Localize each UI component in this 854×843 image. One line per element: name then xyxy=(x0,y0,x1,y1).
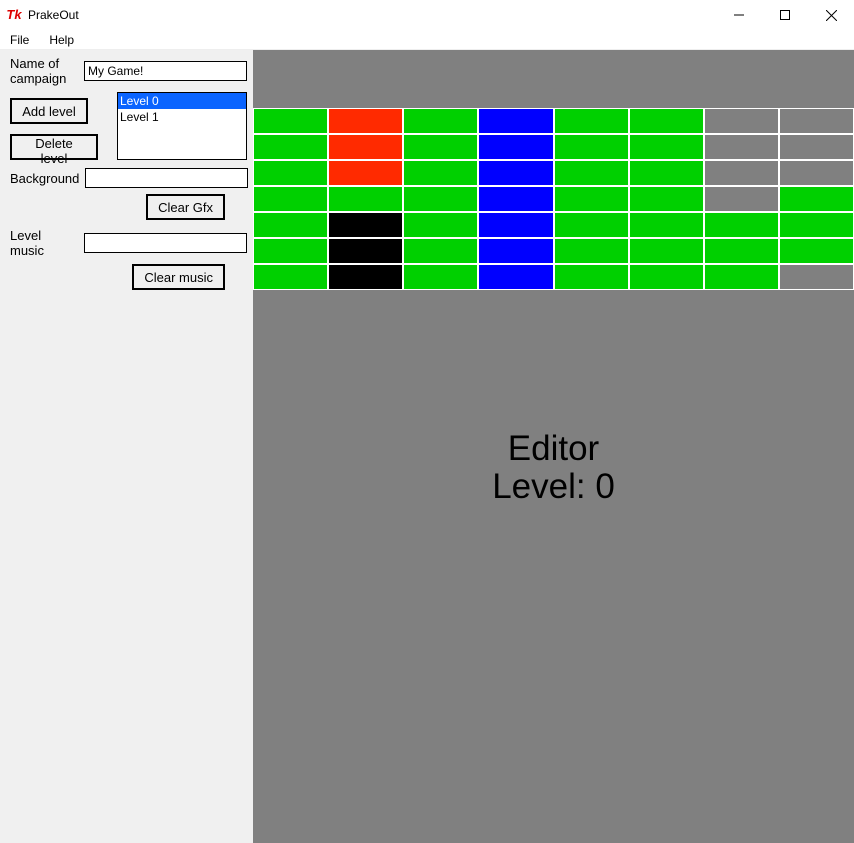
clear-music-button[interactable]: Clear music xyxy=(132,264,225,290)
brick[interactable] xyxy=(704,108,779,134)
brick[interactable] xyxy=(478,186,553,212)
brick[interactable] xyxy=(478,108,553,134)
add-level-button[interactable]: Add level xyxy=(10,98,88,124)
brick[interactable] xyxy=(779,160,854,186)
minimize-icon xyxy=(734,10,744,20)
brick[interactable] xyxy=(403,108,478,134)
app-icon: Tk xyxy=(6,7,22,23)
brick[interactable] xyxy=(704,264,779,290)
brick[interactable] xyxy=(328,264,403,290)
brick[interactable] xyxy=(629,134,704,160)
brick[interactable] xyxy=(779,108,854,134)
brick[interactable] xyxy=(253,186,328,212)
titlebar: Tk PrakeOut xyxy=(0,0,854,30)
close-button[interactable] xyxy=(808,0,854,30)
brick[interactable] xyxy=(779,212,854,238)
main-area: Name of campaign Add level Delete level … xyxy=(0,50,854,843)
brick[interactable] xyxy=(554,186,629,212)
brick[interactable] xyxy=(704,160,779,186)
brick[interactable] xyxy=(629,238,704,264)
clear-gfx-button[interactable]: Clear Gfx xyxy=(146,194,225,220)
window-title: PrakeOut xyxy=(28,8,79,22)
brick[interactable] xyxy=(704,134,779,160)
campaign-name-label: Name of campaign xyxy=(6,56,78,86)
brick[interactable] xyxy=(403,238,478,264)
sidebar: Name of campaign Add level Delete level … xyxy=(0,50,253,843)
brick[interactable] xyxy=(629,108,704,134)
level-music-input[interactable] xyxy=(84,233,247,253)
brick[interactable] xyxy=(328,186,403,212)
brick[interactable] xyxy=(253,212,328,238)
canvas-label-line1: Editor xyxy=(253,430,854,468)
brick[interactable] xyxy=(403,186,478,212)
brick[interactable] xyxy=(253,264,328,290)
brick[interactable] xyxy=(253,134,328,160)
menu-help[interactable]: Help xyxy=(45,31,78,49)
brick[interactable] xyxy=(704,238,779,264)
brick[interactable] xyxy=(629,186,704,212)
brick[interactable] xyxy=(554,134,629,160)
brick[interactable] xyxy=(328,134,403,160)
brick[interactable] xyxy=(403,160,478,186)
brick[interactable] xyxy=(554,212,629,238)
brick[interactable] xyxy=(328,160,403,186)
brick[interactable] xyxy=(629,264,704,290)
maximize-button[interactable] xyxy=(762,0,808,30)
brick[interactable] xyxy=(554,238,629,264)
brick[interactable] xyxy=(478,160,553,186)
background-input[interactable] xyxy=(85,168,248,188)
maximize-icon xyxy=(780,10,790,20)
brick[interactable] xyxy=(403,264,478,290)
brick[interactable] xyxy=(704,212,779,238)
brick[interactable] xyxy=(779,264,854,290)
close-icon xyxy=(826,10,837,21)
brick[interactable] xyxy=(328,108,403,134)
brick[interactable] xyxy=(629,160,704,186)
background-label: Background xyxy=(6,171,79,186)
brick[interactable] xyxy=(478,264,553,290)
brick[interactable] xyxy=(629,212,704,238)
canvas-overlay-text: Editor Level: 0 xyxy=(253,430,854,506)
minimize-button[interactable] xyxy=(716,0,762,30)
brick[interactable] xyxy=(779,238,854,264)
menu-file[interactable]: File xyxy=(6,31,33,49)
brick[interactable] xyxy=(554,160,629,186)
campaign-name-input[interactable] xyxy=(84,61,247,81)
brick[interactable] xyxy=(554,264,629,290)
brick[interactable] xyxy=(779,134,854,160)
brick[interactable] xyxy=(478,212,553,238)
brick[interactable] xyxy=(478,134,553,160)
level-music-label: Level music xyxy=(6,228,78,258)
brick[interactable] xyxy=(779,186,854,212)
brick[interactable] xyxy=(554,108,629,134)
level-list-item[interactable]: Level 1 xyxy=(118,109,246,125)
levels-listbox[interactable]: Level 0Level 1 xyxy=(117,92,247,160)
brick[interactable] xyxy=(253,108,328,134)
canvas-label-line2: Level: 0 xyxy=(253,468,854,506)
delete-level-button[interactable]: Delete level xyxy=(10,134,98,160)
level-list-item[interactable]: Level 0 xyxy=(118,93,246,109)
brick[interactable] xyxy=(704,186,779,212)
brick[interactable] xyxy=(253,238,328,264)
editor-canvas[interactable]: Editor Level: 0 xyxy=(253,50,854,843)
brick[interactable] xyxy=(253,160,328,186)
brick[interactable] xyxy=(328,212,403,238)
brick[interactable] xyxy=(403,212,478,238)
brick[interactable] xyxy=(403,134,478,160)
brick[interactable] xyxy=(478,238,553,264)
brick[interactable] xyxy=(328,238,403,264)
brick-grid[interactable] xyxy=(253,108,854,290)
menubar: File Help xyxy=(0,30,854,50)
